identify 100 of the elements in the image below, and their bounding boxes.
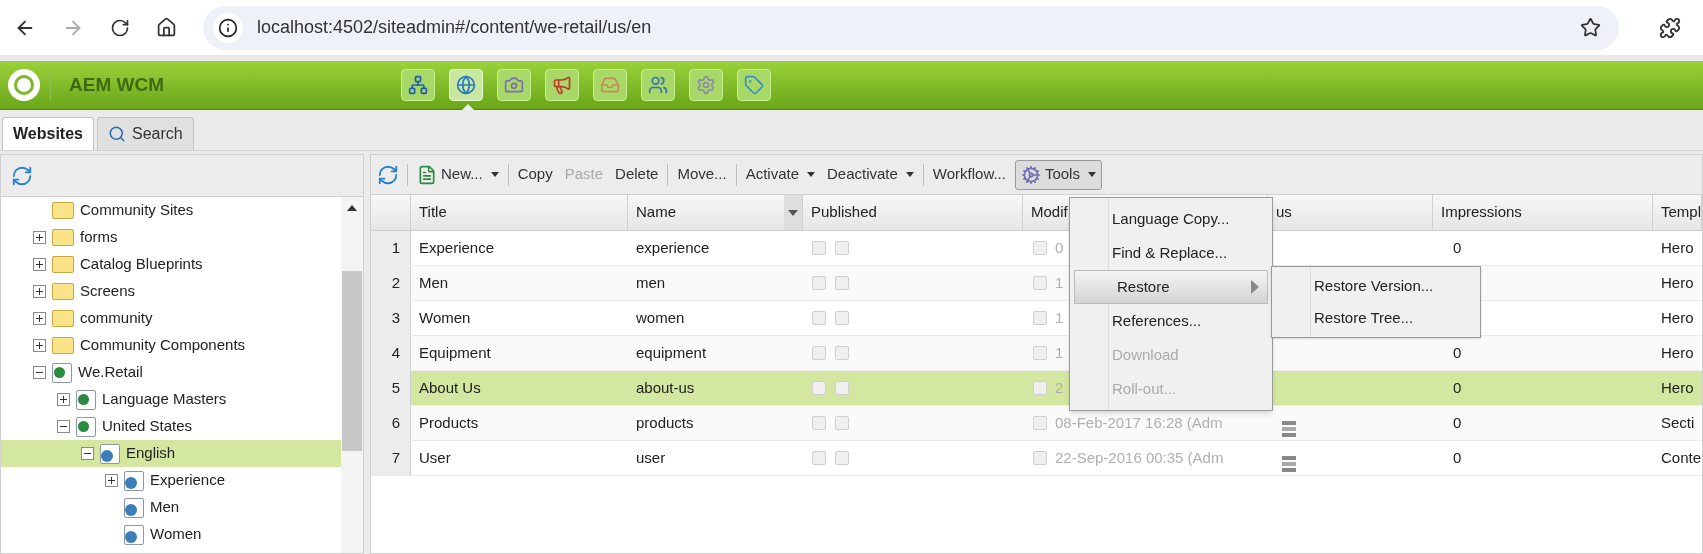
table-cell-text: Men <box>418 272 450 293</box>
table-cell: 0 <box>1453 238 1462 256</box>
expand-icon[interactable] <box>33 285 46 298</box>
menu-item[interactable]: Restore Version... <box>1272 270 1480 302</box>
app-switcher-button[interactable] <box>401 69 435 101</box>
table-cell-text: Products <box>418 412 480 433</box>
refresh-icon[interactable] <box>377 163 399 186</box>
row-number: 2 <box>371 266 411 300</box>
menu-item[interactable]: Restore <box>1074 270 1268 304</box>
tree-item[interactable]: We.Retail <box>1 359 341 386</box>
tree-label: forms <box>80 227 118 248</box>
toolbar-button[interactable]: New... <box>414 159 502 190</box>
tree-item[interactable]: Screens <box>1 278 341 305</box>
tree-item[interactable]: community <box>1 305 341 332</box>
toolbar-button[interactable]: Move... <box>674 159 730 190</box>
checkbox <box>1033 451 1047 465</box>
tree-item[interactable]: forms <box>1 224 341 251</box>
checkbox <box>1033 241 1047 255</box>
info-icon[interactable] <box>218 17 238 38</box>
toolbar-button[interactable]: Activate <box>742 159 818 190</box>
column-header[interactable]: Impressions <box>1433 195 1653 230</box>
live-copy-icon <box>124 497 144 518</box>
expand-icon[interactable] <box>57 393 70 406</box>
folder-icon <box>52 337 74 354</box>
column-header[interactable]: Name <box>628 195 803 230</box>
tray-icon <box>600 75 620 95</box>
tree-item[interactable]: English <box>1 440 341 467</box>
row-number: 1 <box>371 231 411 265</box>
table-cell: 0 <box>1453 378 1462 396</box>
home-icon[interactable] <box>156 17 177 38</box>
row-number: 3 <box>371 301 411 335</box>
tree-label: English <box>126 443 176 464</box>
column-header[interactable]: Title <box>411 195 628 230</box>
submenu-arrow-icon <box>1251 280 1259 294</box>
checkbox <box>812 276 826 290</box>
table-cell-text: equipment <box>635 342 708 363</box>
scrollbar[interactable] <box>341 197 363 553</box>
bookmark-star-icon[interactable] <box>1580 17 1601 38</box>
address-bar[interactable]: localhost:4502/siteadmin#/content/we-retail/us/en <box>203 5 1619 50</box>
collapse-icon[interactable] <box>57 420 70 433</box>
globe-icon <box>456 75 476 95</box>
tree-item[interactable]: Community Sites <box>1 197 341 224</box>
tree-label: We.Retail <box>78 362 143 383</box>
column-header[interactable]: Templ <box>1653 195 1702 230</box>
checkbox <box>835 381 849 395</box>
tree-item[interactable]: Community Components <box>1 332 341 359</box>
expand-icon[interactable] <box>33 312 46 325</box>
table-cell-text: products <box>635 412 695 433</box>
reload-icon[interactable] <box>110 17 130 38</box>
menu-item[interactable]: Restore Tree... <box>1272 302 1480 334</box>
tab[interactable]: Websites <box>2 117 94 150</box>
table-cell-text: women <box>635 307 686 328</box>
tab[interactable]: Search <box>96 117 194 150</box>
tree-item[interactable]: Women <box>1 521 341 548</box>
toolbar-button[interactable]: Deactivate <box>824 159 917 190</box>
menu-item[interactable]: References... <box>1070 304 1272 338</box>
toolbar-button[interactable]: Tools <box>1014 159 1102 190</box>
expand-icon[interactable] <box>105 474 118 487</box>
app-switcher-button[interactable] <box>497 69 531 101</box>
table-cell: 0 <box>1453 413 1462 431</box>
checkbox <box>835 346 849 360</box>
expand-icon[interactable] <box>33 258 46 271</box>
column-header[interactable]: Published <box>803 195 1023 230</box>
tree-item[interactable]: Men <box>1 494 341 521</box>
expand-icon[interactable] <box>33 231 46 244</box>
toolbar-button[interactable]: Workflow... <box>929 159 1009 190</box>
checkbox <box>1033 346 1047 360</box>
checkbox <box>812 381 826 395</box>
gears-icon <box>696 75 716 95</box>
table-row[interactable]: 6 Products products 08-Feb-2017 16:28 (Adm 0 Secti <box>371 406 1702 441</box>
camera-icon <box>504 75 524 95</box>
scroll-up-icon[interactable] <box>347 205 357 211</box>
table-row[interactable]: 7 User user 22-Sep-2016 00:35 (Adm 0 Conte <box>371 441 1702 476</box>
app-switcher-button[interactable] <box>737 69 771 101</box>
toolbar-button[interactable]: Delete <box>612 159 662 190</box>
column-menu-icon[interactable] <box>784 195 802 230</box>
megaphone-icon <box>552 75 572 95</box>
toolbar-button[interactable]: Copy <box>514 159 556 190</box>
live-copy-icon <box>100 443 120 464</box>
tree-item[interactable]: United States <box>1 413 341 440</box>
checkbox <box>835 451 849 465</box>
expand-icon[interactable] <box>33 339 46 352</box>
app-switcher-button[interactable] <box>689 69 723 101</box>
app-switcher-button[interactable] <box>545 69 579 101</box>
checkbox <box>835 241 849 255</box>
extensions-icon[interactable] <box>1659 16 1681 39</box>
collapse-icon[interactable] <box>81 447 94 460</box>
tree-item[interactable]: Language Masters <box>1 386 341 413</box>
checkbox <box>835 276 849 290</box>
scrollbar-thumb[interactable] <box>342 271 362 451</box>
checkbox <box>1033 416 1047 430</box>
app-switcher-button[interactable] <box>641 69 675 101</box>
tree-item[interactable]: Catalog Blueprints <box>1 251 341 278</box>
users-icon <box>648 75 668 95</box>
tree-item[interactable]: Experience <box>1 467 341 494</box>
url-text: localhost:4502/siteadmin#/content/we-retail/us/en <box>257 16 653 39</box>
app-switcher-button[interactable] <box>593 69 627 101</box>
refresh-icon[interactable] <box>11 164 33 187</box>
collapse-icon[interactable] <box>33 366 46 379</box>
app-title: AEM WCM <box>69 72 165 97</box>
